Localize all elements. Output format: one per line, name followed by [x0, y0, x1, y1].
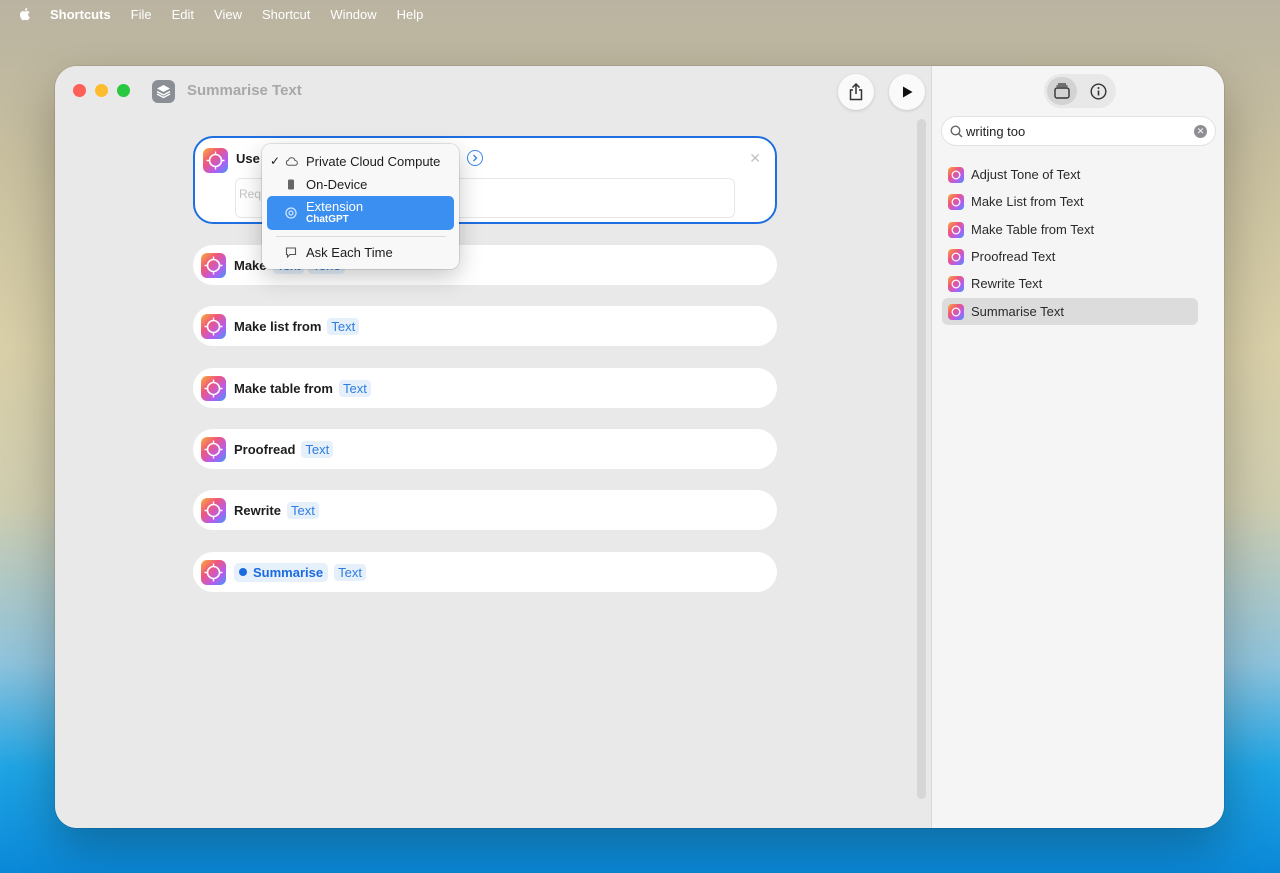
result-rewrite[interactable]: Rewrite Text [942, 270, 1198, 297]
device-icon [284, 177, 298, 191]
result-make-list[interactable]: Make List from Text [942, 188, 1198, 215]
menu-app-name[interactable]: Shortcuts [50, 7, 111, 22]
action-make-table[interactable]: Make table from Text [193, 368, 777, 408]
minimize-window-button[interactable] [95, 84, 108, 97]
text-variable-chip[interactable]: Text [286, 501, 319, 519]
zoom-window-button[interactable] [117, 84, 130, 97]
share-icon [849, 83, 863, 101]
menu-item-on-device[interactable]: On-Device [267, 173, 454, 195]
run-button[interactable] [889, 74, 925, 110]
cloud-icon [284, 154, 298, 168]
apple-intelligence-icon [201, 497, 226, 523]
menu-item-label: Extension [306, 199, 364, 214]
menu-item-ask-each-time[interactable]: Ask Each Time [267, 241, 454, 263]
menu-item-sublabel: ChatGPT [306, 214, 349, 225]
summarise-label: Summarise [253, 564, 324, 580]
text-variable-chip[interactable]: Text [338, 379, 371, 397]
action-rewrite[interactable]: Rewrite Text [193, 490, 777, 530]
apple-intelligence-icon [948, 275, 964, 292]
info-icon [1089, 82, 1107, 100]
result-label: Summarise Text [971, 304, 1064, 319]
action-verb: Use [236, 151, 260, 166]
summarise-parameter-pill[interactable]: Summarise [234, 562, 329, 582]
menu-edit[interactable]: Edit [172, 7, 194, 22]
model-popup-menu: ✓ Private Cloud Compute On-Device Extens… [262, 144, 459, 269]
result-label: Make List from Text [971, 194, 1084, 209]
menu-item-label: On-Device [306, 176, 368, 192]
menu-item-extension[interactable]: Extension ChatGPT [267, 196, 454, 230]
menu-separator [276, 236, 446, 237]
action-search-field[interactable]: writing too ✕ [942, 117, 1215, 145]
menu-shortcut[interactable]: Shortcut [262, 7, 310, 22]
action-proofread[interactable]: Proofread Text [193, 429, 777, 469]
action-verb: Rewrite [234, 502, 281, 518]
menu-file[interactable]: File [131, 7, 152, 22]
library-icon [1054, 83, 1070, 99]
result-label: Rewrite Text [971, 276, 1043, 291]
speech-bubble-icon [284, 245, 298, 259]
menu-item-label: Private Cloud Compute [306, 153, 441, 169]
share-button[interactable] [838, 74, 874, 110]
text-variable-chip[interactable]: Text [334, 563, 366, 581]
result-adjust-tone[interactable]: Adjust Tone of Text [942, 161, 1198, 188]
library-tab[interactable] [1047, 77, 1077, 105]
chatgpt-icon [284, 206, 298, 220]
editor-pane: Summarise Text Use Req ✕ Make Make list … [55, 66, 931, 828]
menu-window[interactable]: Window [330, 7, 376, 22]
action-verb: Proofread [234, 441, 296, 457]
menu-help[interactable]: Help [397, 7, 424, 22]
shortcut-stack-icon[interactable] [152, 80, 175, 103]
sidebar-segmented-control [1044, 74, 1116, 108]
apple-intelligence-icon [948, 303, 964, 320]
apple-intelligence-icon [948, 248, 964, 265]
apple-intelligence-icon [201, 313, 226, 339]
apple-intelligence-icon [201, 252, 226, 278]
clear-search-icon[interactable]: ✕ [1194, 125, 1207, 138]
play-icon [903, 86, 913, 98]
action-summarise[interactable]: Summarise Text [193, 552, 777, 592]
editor-scrollbar[interactable] [917, 119, 926, 799]
blue-dot-icon [239, 568, 247, 576]
result-proofread[interactable]: Proofread Text [942, 243, 1198, 270]
menu-bar: Shortcuts File Edit View Shortcut Window… [0, 0, 1280, 28]
details-tab[interactable] [1083, 77, 1113, 105]
search-input[interactable]: writing too [966, 124, 1025, 139]
apple-intelligence-icon [203, 148, 228, 173]
action-verb: Make list from [234, 318, 322, 334]
result-make-table[interactable]: Make Table from Text [942, 216, 1198, 243]
apple-icon[interactable] [16, 5, 34, 23]
actions-sidebar: writing too ✕ Adjust Tone of Text Make L… [931, 66, 1224, 828]
close-icon[interactable]: ✕ [749, 150, 761, 167]
result-label: Make Table from Text [971, 222, 1095, 237]
chevron-circle-icon[interactable] [467, 150, 483, 166]
text-variable-chip[interactable]: Text [327, 317, 360, 335]
apple-intelligence-icon [201, 436, 226, 462]
result-label: Adjust Tone of Text [971, 167, 1081, 182]
menu-view[interactable]: View [214, 7, 242, 22]
apple-intelligence-icon [948, 193, 964, 210]
action-make-list[interactable]: Make list from Text [193, 306, 777, 346]
apple-intelligence-icon [948, 166, 964, 183]
text-variable-chip[interactable]: Text [301, 440, 334, 458]
close-window-button[interactable] [73, 84, 86, 97]
result-label: Proofread Text [971, 249, 1056, 264]
menu-item-label: Ask Each Time [306, 244, 393, 260]
window-title[interactable]: Summarise Text [187, 82, 302, 99]
result-summarise[interactable]: Summarise Text [942, 298, 1198, 325]
apple-intelligence-icon [201, 559, 226, 585]
search-icon [950, 124, 963, 138]
shortcuts-window: Summarise Text Use Req ✕ Make Make list … [55, 66, 1224, 828]
apple-intelligence-icon [948, 221, 964, 238]
action-verb: Make table from [234, 380, 333, 396]
apple-intelligence-icon [201, 375, 226, 401]
menu-item-private-cloud[interactable]: ✓ Private Cloud Compute [267, 150, 454, 172]
checkmark-icon: ✓ [270, 154, 281, 168]
